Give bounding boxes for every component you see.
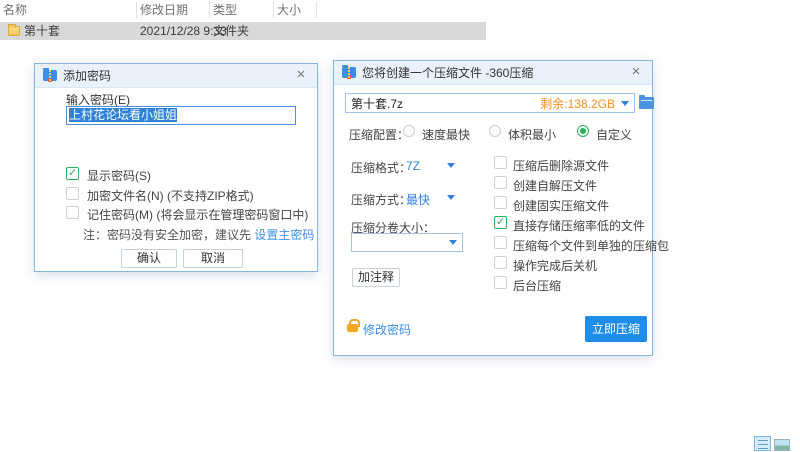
- password-selected-text: 上村花论坛看小姐姐: [69, 108, 177, 122]
- radio-smallest[interactable]: [489, 125, 501, 137]
- compress-now-button[interactable]: 立即压缩: [585, 316, 647, 342]
- cancel-button[interactable]: 取消: [183, 249, 243, 268]
- dialog-titlebar[interactable]: 添加密码 ×: [35, 64, 317, 88]
- format-select[interactable]: 7Z: [406, 159, 420, 173]
- config-label: 压缩配置：: [349, 126, 409, 143]
- lock-icon: [347, 324, 358, 332]
- archive-name-input[interactable]: 第十套.7z 剩余:138.2GB: [345, 93, 635, 113]
- dialog-titlebar[interactable]: 您将创建一个压缩文件 -360压缩 ×: [334, 61, 652, 85]
- chevron-down-icon: [449, 240, 457, 245]
- table-row[interactable]: 第十套 2021/12/28 9:33 文件夹: [0, 22, 486, 40]
- file-name: 第十套: [24, 22, 60, 40]
- column-header-name[interactable]: 名称: [3, 0, 27, 20]
- encrypt-filename-label[interactable]: 加密文件名(N) (不支持ZIP格式): [87, 187, 254, 204]
- radio-smallest-label[interactable]: 体积最小: [508, 126, 556, 143]
- note-text: 注：密码没有安全加密，建议先: [83, 228, 254, 242]
- password-input[interactable]: 上村花论坛看小姐姐: [66, 106, 296, 125]
- close-icon[interactable]: ×: [627, 63, 645, 81]
- delete-source-label[interactable]: 压缩后删除源文件: [513, 157, 609, 174]
- folder-icon: [8, 26, 20, 36]
- change-password-link[interactable]: 修改密码: [363, 321, 411, 338]
- shutdown-after-checkbox[interactable]: [494, 256, 507, 269]
- security-note: 注：密码没有安全加密，建议先 设置主密码: [83, 226, 314, 243]
- chevron-down-icon[interactable]: [621, 101, 629, 106]
- separate-archives-checkbox[interactable]: [494, 236, 507, 249]
- chevron-down-icon[interactable]: [447, 163, 455, 168]
- store-low-ratio-checkbox[interactable]: [494, 216, 507, 229]
- delete-source-checkbox[interactable]: [494, 156, 507, 169]
- radio-fastest-label[interactable]: 速度最快: [422, 126, 470, 143]
- archive-filename: 第十套.7z: [351, 95, 540, 112]
- separate-archives-label[interactable]: 压缩每个文件到单独的压缩包: [513, 237, 669, 254]
- close-icon[interactable]: ×: [292, 66, 310, 84]
- self-extract-label[interactable]: 创建自解压文件: [513, 177, 597, 194]
- thumbnail-view-icon[interactable]: [774, 439, 790, 451]
- screen: 名称 修改日期 类型 大小 第十套 2021/12/28 9:33 文件夹 添加…: [0, 0, 800, 452]
- column-divider: [316, 2, 317, 18]
- radio-custom[interactable]: [577, 125, 589, 137]
- radio-custom-label[interactable]: 自定义: [596, 126, 632, 143]
- shutdown-after-label[interactable]: 操作完成后关机: [513, 257, 597, 274]
- column-header-type[interactable]: 类型: [213, 0, 237, 20]
- confirm-button[interactable]: 确认: [121, 249, 177, 268]
- encrypt-filename-checkbox[interactable]: [66, 187, 79, 200]
- set-master-password-link[interactable]: 设置主密码: [254, 228, 314, 242]
- column-header-date[interactable]: 修改日期: [140, 0, 188, 20]
- solid-archive-checkbox[interactable]: [494, 196, 507, 209]
- remember-password-label[interactable]: 记住密码(M) (将会显示在管理密码窗口中): [87, 206, 308, 223]
- file-explorer: 名称 修改日期 类型 大小 第十套 2021/12/28 9:33 文件夹: [0, 0, 800, 44]
- show-password-label[interactable]: 显示密码(S): [87, 167, 151, 184]
- column-divider: [273, 2, 274, 18]
- column-divider: [209, 2, 210, 18]
- method-label: 压缩方式：: [351, 191, 411, 208]
- view-switcher: [754, 436, 794, 452]
- radio-fastest[interactable]: [403, 125, 415, 137]
- self-extract-checkbox[interactable]: [494, 176, 507, 189]
- format-label: 压缩格式：: [351, 159, 411, 176]
- show-password-checkbox[interactable]: [66, 167, 79, 180]
- file-type: 文件夹: [213, 22, 249, 40]
- create-archive-dialog: 您将创建一个压缩文件 -360压缩 × 第十套.7z 剩余:138.2GB 压缩…: [333, 60, 653, 356]
- 360zip-app-icon: [342, 67, 356, 78]
- add-password-dialog: 添加密码 × 输入密码(E) 上村花论坛看小姐姐 显示密码(S) 加密文件名(N…: [34, 63, 318, 272]
- browse-folder-icon[interactable]: [639, 97, 654, 109]
- add-comment-button[interactable]: 加注释: [352, 268, 400, 287]
- remember-password-checkbox[interactable]: [66, 206, 79, 219]
- free-space-label: 剩余:138.2GB: [540, 95, 615, 112]
- method-select[interactable]: 最快: [406, 191, 430, 208]
- chevron-down-icon[interactable]: [447, 195, 455, 200]
- background-compress-label[interactable]: 后台压缩: [513, 277, 561, 294]
- dialog-title: 添加密码: [63, 67, 111, 84]
- store-low-ratio-label[interactable]: 直接存储压缩率低的文件: [513, 217, 645, 234]
- details-view-icon[interactable]: [754, 436, 771, 451]
- column-divider: [136, 2, 137, 18]
- dialog-title: 您将创建一个压缩文件 -360压缩: [362, 64, 533, 81]
- solid-archive-label[interactable]: 创建固实压缩文件: [513, 197, 609, 214]
- 360zip-app-icon: [43, 70, 57, 81]
- column-header-size[interactable]: 大小: [277, 0, 301, 20]
- volume-size-select[interactable]: [351, 233, 463, 252]
- background-compress-checkbox[interactable]: [494, 276, 507, 289]
